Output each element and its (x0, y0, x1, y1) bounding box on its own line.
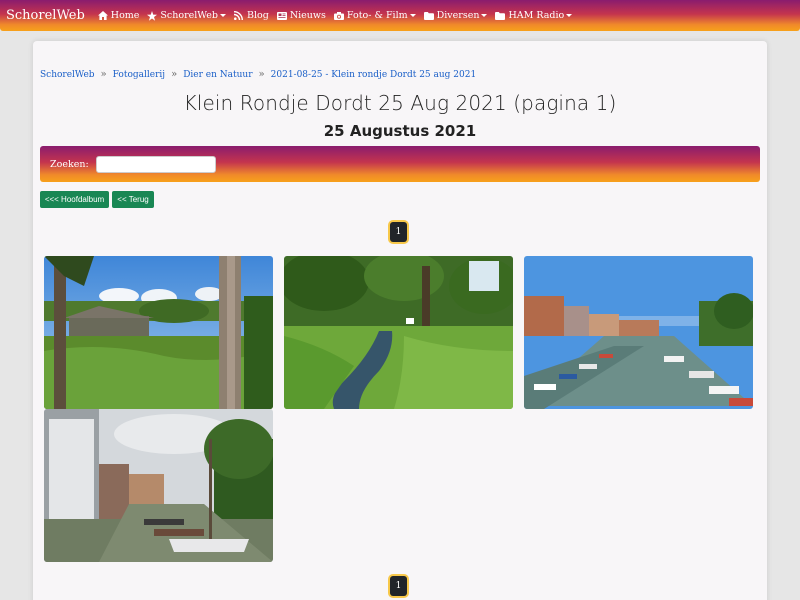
breadcrumb-album[interactable]: 2021-08-25 - Klein rondje Dordt 25 aug 2… (271, 70, 477, 80)
pagination-page-1-top[interactable]: 1 (390, 222, 407, 242)
brand-logo[interactable]: SchorelWeb (6, 8, 85, 23)
home-icon (97, 11, 108, 20)
search-bar: Zoeken: (40, 146, 760, 182)
search-label: Zoeken: (50, 158, 89, 170)
breadcrumb-schorelweb[interactable]: SchorelWeb (40, 70, 95, 80)
newspaper-icon (276, 11, 287, 20)
rss-icon (234, 11, 244, 20)
nav-nieuws-label: Nieuws (289, 10, 326, 21)
nav-blog-label: Blog (246, 10, 269, 21)
photo-city-canal[interactable] (44, 409, 273, 562)
breadcrumb-dier-en-natuur[interactable]: Dier en Natuur (183, 70, 252, 80)
nav-ham-radio-label: HAM Radio (508, 10, 565, 21)
photo-harbor-boats[interactable] (524, 256, 753, 409)
folder-icon (495, 11, 506, 20)
chevron-down-icon (566, 14, 573, 17)
top-navbar: SchorelWeb Home SchorelWeb Blog Nieuws F… (0, 0, 800, 31)
camera-icon (333, 11, 344, 20)
photo-farm-trees[interactable] (44, 256, 273, 409)
breadcrumb: SchorelWeb » Fotogallerij » Dier en Natu… (40, 69, 476, 80)
nav-blog[interactable]: Blog (234, 10, 269, 21)
pagination-page-1-bottom[interactable]: 1 (390, 576, 407, 596)
folder-icon (423, 11, 434, 20)
breadcrumb-separator: » (171, 69, 178, 80)
nav-foto-film-label: Foto- & Film (346, 10, 408, 21)
nav-schorelweb-label: SchorelWeb (160, 10, 218, 21)
main-container: SchorelWeb » Fotogallerij » Dier en Natu… (33, 41, 767, 600)
star-icon (147, 10, 158, 21)
nav-home[interactable]: Home (97, 10, 140, 21)
nav-home-label: Home (110, 10, 140, 21)
chevron-down-icon (409, 14, 416, 17)
search-input[interactable] (95, 155, 216, 173)
nav-foto-film[interactable]: Foto- & Film (333, 10, 416, 21)
breadcrumb-separator: » (100, 69, 107, 80)
nav-diversen-label: Diversen (436, 10, 480, 21)
chevron-down-icon (481, 14, 488, 17)
nav-nieuws[interactable]: Nieuws (276, 10, 326, 21)
nav-diversen[interactable]: Diversen (423, 10, 488, 21)
breadcrumb-fotogallerij[interactable]: Fotogallerij (113, 70, 165, 80)
chevron-down-icon (219, 14, 226, 17)
main-album-button[interactable]: <<< Hoofdalbum (40, 191, 109, 208)
page-subtitle: 25 Augustus 2021 (323, 122, 477, 140)
breadcrumb-separator: » (258, 69, 265, 80)
page-title: Klein Rondje Dordt 25 Aug 2021 (pagina 1… (183, 91, 617, 115)
back-button[interactable]: << Terug (112, 191, 154, 208)
photo-canal-meadow[interactable] (284, 256, 513, 409)
nav-schorelweb[interactable]: SchorelWeb (147, 10, 226, 21)
nav-ham-radio[interactable]: HAM Radio (495, 10, 573, 21)
